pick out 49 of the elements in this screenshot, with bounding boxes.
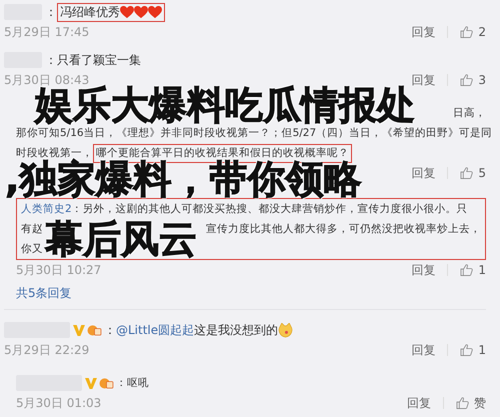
user-link[interactable]: 人类简史2 [21,202,72,216]
like-icon[interactable] [460,264,474,276]
user-link[interactable]: @Little圆起起 [116,322,194,338]
comment-text: 那你可知5/16当日，《理想》并非同时段收视第一？；但5/27（四）当日，《希望的田野》可是同 [16,126,492,140]
comment-text: ：只看了颖宝一集 [45,52,141,68]
comment-text: 宣传力度比其他人都大得多，可仍然没把收视率炒上去， [206,222,481,236]
comment-date: 5月30日 08:43 [4,72,90,86]
comment-date: 5月29日 17:45 [4,24,90,40]
reply-button[interactable]: 回复 [411,24,436,40]
comment-text: 时段收视第一， [16,146,93,159]
comment-date: 5月30日 01:03 [16,394,102,412]
like-icon[interactable] [460,26,474,38]
heart-icon [134,6,148,18]
reply-button[interactable]: 回复 [407,394,431,412]
badge-icon [87,324,102,336]
headline-text: ,独家爆料，带你领略 [5,160,362,198]
like-count: 3 [478,73,486,87]
heart-icon [148,6,162,18]
like-icon[interactable] [460,344,474,356]
headline-text: 幕后风云 [45,220,197,258]
comment-text: 这是我没想到的 [194,322,278,338]
like-count: 5 [478,166,486,180]
comment-text: 哪个更能合算平日的收视结果和假日的收视概率呢？ [96,146,349,160]
more-replies-link[interactable]: 共5条回复 [16,284,72,302]
comment-text: ： [104,322,116,338]
comment-text: 有赵 [21,222,43,236]
reply-button[interactable]: 回复 [411,72,436,88]
comment-date: 5月29日 22:29 [4,342,90,358]
like-icon[interactable] [456,397,469,409]
like-count: 1 [478,263,486,277]
reply-button[interactable]: 回复 [411,164,436,182]
reply-button[interactable]: 回复 [411,342,436,358]
comment-text: 日高， [453,106,486,120]
comment-text: 冯绍峰优秀 [60,4,120,20]
headline-text: 娱乐大爆料吃瓜情报处 [35,86,415,124]
like-count: 2 [478,25,486,39]
comment-text: ：呕吼 [116,376,149,390]
emoji-icon [278,322,294,338]
comment-date: 5月30日 10:27 [16,262,102,278]
like-icon[interactable] [460,167,474,179]
like-count: 1 [478,343,486,357]
comment-text: ：另外，这剧的其他人可都没买热搜、都没大肆营销炒作，宣传力度很小很小。只 [72,202,468,216]
reply-button[interactable]: 回复 [411,262,436,278]
comment-text: ： [45,4,57,20]
badge-icon [99,377,114,389]
heart-icon [120,6,134,18]
comment-text: 你又 [21,242,43,256]
like-icon[interactable] [460,74,474,86]
like-count: 赞 [474,394,486,412]
